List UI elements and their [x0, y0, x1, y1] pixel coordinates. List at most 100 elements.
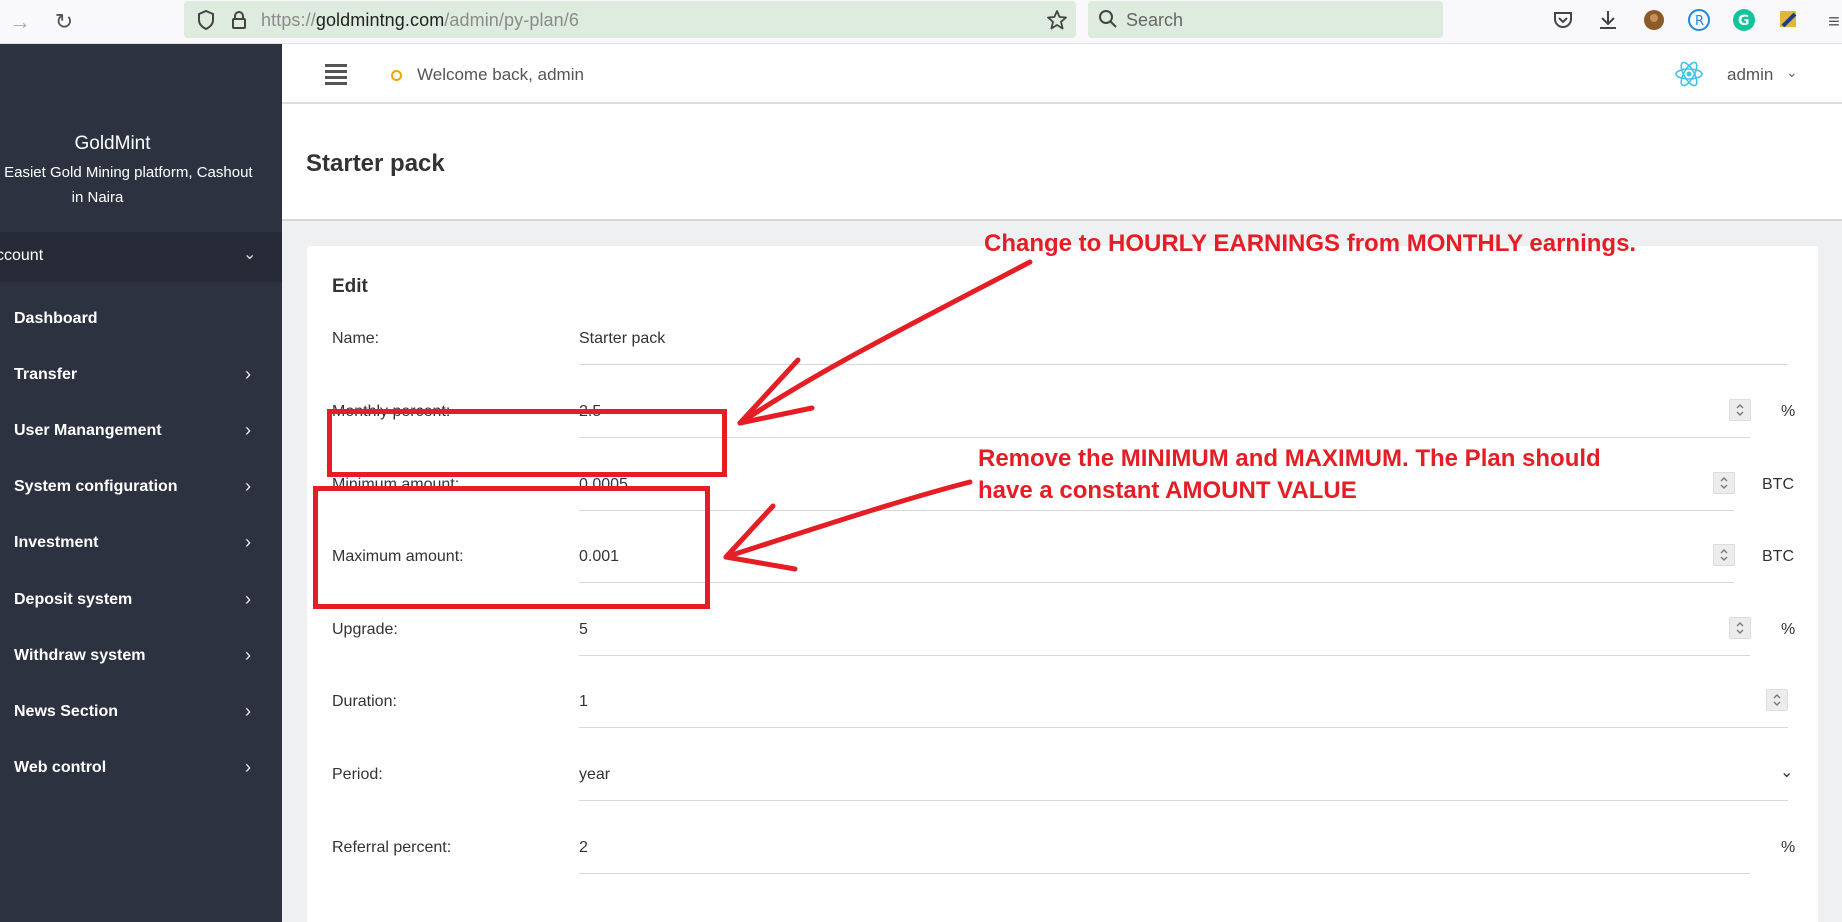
hamburger-menu-icon[interactable]	[325, 64, 347, 85]
sidebar-item-web-control[interactable]: Web control ›	[0, 749, 282, 789]
extension-r-icon[interactable]: R	[1687, 8, 1711, 32]
browser-toolbar: → ↻ https://goldmintng.com/admin/py-plan…	[0, 0, 1842, 44]
number-stepper[interactable]	[1729, 399, 1751, 421]
sidebar-item-label: User Manangement	[14, 422, 162, 439]
unit-label: %	[1781, 839, 1796, 856]
top-header: Welcome back, admin admin ⌄	[282, 44, 1842, 104]
bookmark-star-icon[interactable]	[1046, 9, 1068, 31]
form-row-duration: Duration: 1	[307, 673, 1818, 733]
sidebar-item-user-management[interactable]: User Manangement ›	[0, 412, 282, 452]
react-logo-icon	[1675, 61, 1703, 87]
pocket-icon[interactable]	[1551, 8, 1575, 32]
reload-icon[interactable]: ↻	[50, 8, 78, 36]
input-underline	[579, 364, 1788, 365]
duration-input[interactable]: 1	[579, 693, 588, 711]
welcome-message: Welcome back, admin	[417, 65, 584, 84]
brand-tagline: gest and Easiet Gold Mining platform, Ca…	[0, 164, 253, 206]
field-label: Referral percent:	[332, 839, 452, 856]
form-row-referral-percent: Referral percent: 2 %	[307, 819, 1818, 879]
url-text[interactable]: https://goldmintng.com/admin/py-plan/6	[261, 10, 579, 31]
lock-icon[interactable]	[230, 9, 248, 31]
number-stepper[interactable]	[1713, 472, 1735, 494]
extension-pencil-icon[interactable]	[1777, 8, 1801, 32]
sidebar-item-label: Web control	[14, 759, 107, 776]
page-header: Starter pack	[282, 106, 1842, 221]
field-label: Period:	[332, 766, 383, 783]
sidebar-item-label: Investment	[14, 534, 99, 551]
sidebar-item-transfer[interactable]: Transfer ›	[0, 356, 282, 396]
chevron-right-icon: ›	[245, 757, 251, 777]
sidebar-item-label: Deposit system	[14, 591, 133, 608]
chevron-right-icon: ›	[245, 701, 251, 721]
sidebar-item-news-section[interactable]: News Section ›	[0, 693, 282, 733]
form-row-upgrade: Upgrade: 5 %	[307, 601, 1818, 661]
chevron-right-icon: ›	[245, 364, 251, 384]
sidebar-item-system-configuration[interactable]: System configuration ›	[0, 468, 282, 508]
number-stepper[interactable]	[1729, 617, 1751, 639]
input-underline	[579, 510, 1734, 511]
svg-text:G: G	[1738, 13, 1750, 29]
page-title: Starter pack	[306, 150, 445, 177]
referral-percent-input[interactable]: 2	[579, 839, 588, 857]
chevron-right-icon: ›	[245, 645, 251, 665]
input-underline	[579, 873, 1750, 874]
forward-icon[interactable]: →	[6, 8, 34, 36]
download-icon[interactable]	[1596, 8, 1620, 32]
card-title: Edit	[332, 276, 368, 297]
shield-icon[interactable]	[196, 9, 216, 31]
sidebar-item-label: News Section	[14, 703, 119, 720]
field-label: Duration:	[332, 693, 397, 710]
upgrade-input[interactable]: 5	[579, 621, 588, 639]
name-input[interactable]: Starter pack	[579, 330, 665, 348]
sidebar: GoldMint gest and Easiet Gold Mining pla…	[0, 44, 282, 922]
sidebar-item-dashboard[interactable]: Dashboard	[0, 300, 282, 340]
brand-name: GoldMint	[74, 133, 151, 154]
profile-avatar-icon[interactable]	[1642, 8, 1666, 32]
sidebar-item-label: Withdraw system	[14, 647, 146, 664]
sidebar-account-toggle[interactable]: ccount ⌄	[0, 232, 282, 282]
form-row-period: Period: year ⌄	[307, 746, 1818, 806]
annotation-note-hourly: Change to HOURLY EARNINGS from MONTHLY e…	[984, 230, 1637, 257]
sidebar-item-label: Transfer	[14, 366, 78, 383]
chevron-right-icon: ›	[245, 532, 251, 552]
unit-label: BTC	[1762, 476, 1794, 493]
browser-search-bar[interactable]: Search	[1088, 1, 1443, 38]
menu-icon[interactable]: ≡	[1820, 8, 1842, 36]
sidebar-item-deposit-system[interactable]: Deposit system ›	[0, 581, 282, 621]
chevron-right-icon: ›	[245, 420, 251, 440]
sidebar-item-investment[interactable]: Investment ›	[0, 524, 282, 564]
grammarly-icon[interactable]: G	[1732, 8, 1756, 32]
field-label: Upgrade:	[332, 621, 398, 638]
sidebar-item-label: Dashboard	[14, 310, 98, 327]
annotation-note-amount-line2: have a constant AMOUNT VALUE	[978, 477, 1357, 504]
annotation-note-amount-line1: Remove the MINIMUM and MAXIMUM. The Plan…	[978, 445, 1601, 472]
form-row-name: Name: Starter pack	[307, 310, 1818, 370]
number-stepper[interactable]	[1766, 689, 1788, 711]
search-icon	[1099, 10, 1117, 28]
number-stepper[interactable]	[1713, 544, 1735, 566]
chevron-right-icon: ›	[245, 589, 251, 609]
svg-text:R: R	[1695, 14, 1704, 29]
screen: → ↻ https://goldmintng.com/admin/py-plan…	[0, 0, 1842, 922]
status-dot-icon	[391, 70, 402, 81]
search-placeholder: Search	[1126, 10, 1184, 30]
input-underline	[579, 655, 1750, 656]
unit-label: %	[1781, 403, 1796, 420]
sidebar-item-withdraw-system[interactable]: Withdraw system ›	[0, 637, 282, 677]
chevron-right-icon: ›	[245, 476, 251, 496]
chevron-down-icon[interactable]: ⌄	[1780, 762, 1793, 782]
unit-label: %	[1781, 621, 1796, 638]
input-underline	[579, 582, 1734, 583]
period-select[interactable]: year	[579, 766, 610, 784]
address-bar[interactable]: https://goldmintng.com/admin/py-plan/6	[184, 1, 1076, 38]
annotation-box-monthly	[327, 409, 727, 477]
chevron-down-icon[interactable]: ⌄	[1786, 64, 1798, 81]
input-underline	[579, 800, 1788, 801]
chevron-down-icon: ⌄	[243, 246, 257, 263]
input-underline	[579, 437, 1750, 438]
user-menu[interactable]: admin	[1727, 65, 1773, 85]
annotation-box-min-max	[313, 486, 710, 609]
input-underline	[579, 727, 1788, 728]
account-label: ccount	[0, 247, 44, 264]
field-label: Name:	[332, 330, 380, 347]
